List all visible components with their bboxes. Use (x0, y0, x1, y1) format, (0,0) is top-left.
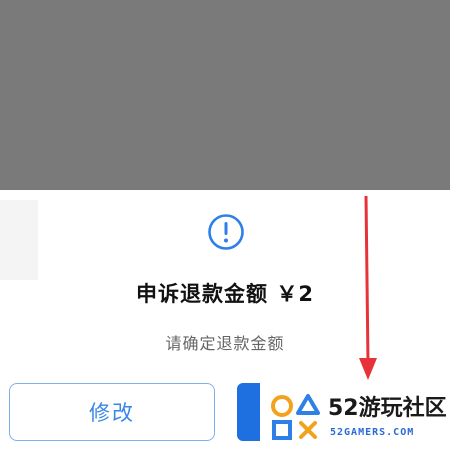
watermark-site: 52GAMERS.COM (330, 427, 415, 438)
exclamation-circle-icon (208, 214, 244, 250)
dim-overlay[interactable] (0, 0, 450, 190)
watermark: 52游玩社区 52GAMERS.COM (260, 380, 450, 455)
modify-button[interactable]: 修改 (9, 383, 215, 441)
dialog-subtitle: 请确定退款金额 (165, 334, 285, 353)
dialog-title: 申诉退款金额 ￥2 (136, 282, 314, 306)
brand-logo-icon (271, 394, 320, 440)
watermark-brand: 52游玩社区 (328, 396, 447, 421)
background-strip (0, 200, 38, 280)
